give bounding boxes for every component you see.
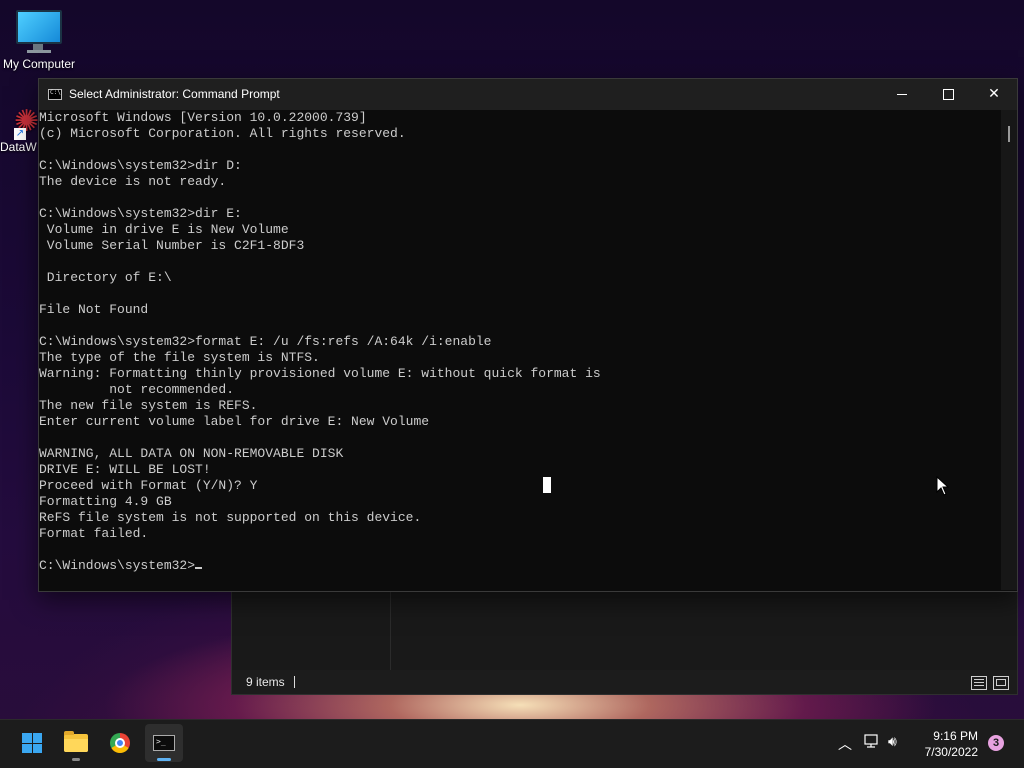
vertical-scrollbar[interactable] — [1001, 110, 1017, 590]
text-caret — [195, 567, 203, 569]
window-title: Select Administrator: Command Prompt — [69, 87, 280, 101]
taskbar-file-explorer[interactable] — [57, 724, 95, 762]
shortcut-arrow-icon: ↗ — [14, 128, 26, 140]
desktop-icon-label: DataW — [0, 140, 37, 154]
network-icon[interactable] — [864, 734, 880, 748]
large-icons-view-icon[interactable] — [993, 676, 1009, 690]
console-line: The new file system is REFS. — [39, 398, 258, 413]
console-line: Warning: Formatting thinly provisioned v… — [39, 366, 601, 381]
show-hidden-icons-chevron-icon[interactable]: ︿ — [838, 734, 852, 754]
command-prompt-text: C:\Windows\system32> — [39, 558, 196, 573]
terminal-icon — [153, 735, 175, 751]
system-clock[interactable]: 9:16 PM 7/30/2022 — [908, 728, 978, 760]
folder-icon — [64, 731, 88, 752]
console-prompt-line[interactable]: C:\Windows\system32> — [39, 558, 999, 574]
console-line: C:\Windows\system32>dir E: — [39, 206, 242, 221]
console-line: Format failed. — [39, 526, 149, 541]
chrome-icon — [110, 733, 130, 753]
taskbar: ︿ 🔊︎ 9:16 PM 7/30/2022 3 — [0, 719, 1024, 768]
running-indicator — [72, 758, 80, 761]
console-line: The device is not ready. — [39, 174, 227, 189]
command-prompt-window[interactable]: Select Administrator: Command Prompt ✕ M… — [38, 78, 1018, 592]
desktop-icon-dataw[interactable]: ↗ DataW — [0, 108, 40, 154]
item-count: 9 items — [246, 675, 285, 689]
clock-date: 7/30/2022 — [924, 745, 978, 759]
volume-icon[interactable]: 🔊︎ — [888, 734, 897, 750]
taskbar-chrome[interactable] — [101, 724, 139, 762]
desktop-icon-label: My Computer — [2, 57, 76, 71]
console-line: The type of the file system is NTFS. — [39, 350, 320, 365]
desktop-icon-my-computer[interactable]: My Computer — [0, 10, 78, 71]
console-line: WARNING, ALL DATA ON NON-REMOVABLE DISK — [39, 446, 344, 461]
clock-time: 9:16 PM — [933, 729, 978, 743]
console-output[interactable]: Microsoft Windows [Version 10.0.22000.73… — [39, 110, 999, 590]
console-line: Microsoft Windows [Version 10.0.22000.73… — [39, 110, 367, 125]
notification-badge[interactable]: 3 — [988, 735, 1004, 751]
close-button[interactable]: ✕ — [971, 79, 1017, 110]
selection-cursor — [543, 477, 551, 493]
running-indicator — [157, 758, 171, 761]
title-bar[interactable]: Select Administrator: Command Prompt ✕ — [39, 79, 1017, 110]
console-line: C:\Windows\system32>dir D: — [39, 158, 242, 173]
console-line: Enter current volume label for drive E: … — [39, 414, 430, 429]
pane-divider — [390, 588, 391, 670]
status-separator — [294, 676, 295, 688]
console-line: (c) Microsoft Corporation. All rights re… — [39, 126, 406, 141]
windows-logo-icon — [22, 733, 42, 753]
maximize-button[interactable] — [925, 79, 971, 110]
console-line: Volume in drive E is New Volume — [39, 222, 289, 237]
console-line: not recommended. — [39, 382, 235, 397]
console-line: File Not Found — [39, 302, 149, 317]
computer-icon — [16, 10, 62, 50]
console-line: ReFS file system is not supported on thi… — [39, 510, 422, 525]
console-line: Proceed with Format (Y/N)? Y — [39, 478, 258, 493]
console-line: Formatting 4.9 GB — [39, 494, 172, 509]
console-line: DRIVE E: WILL BE LOST! — [39, 462, 211, 477]
details-view-icon[interactable] — [971, 676, 987, 690]
command-prompt-icon[interactable] — [48, 89, 62, 100]
minimize-button[interactable] — [879, 79, 925, 110]
taskbar-command-prompt[interactable] — [145, 724, 183, 762]
start-button[interactable] — [13, 724, 51, 762]
scrollbar-thumb[interactable] — [1008, 126, 1010, 142]
mouse-pointer-icon — [936, 476, 950, 496]
console-line: Volume Serial Number is C2F1-8DF3 — [39, 238, 305, 253]
status-bar: 9 items — [232, 670, 1017, 694]
file-explorer-window: 9 items — [231, 588, 1018, 695]
console-line: Directory of E:\ — [39, 270, 172, 285]
dataw-app-icon: ↗ — [14, 108, 40, 140]
console-line: C:\Windows\system32>format E: /u /fs:ref… — [39, 334, 492, 349]
